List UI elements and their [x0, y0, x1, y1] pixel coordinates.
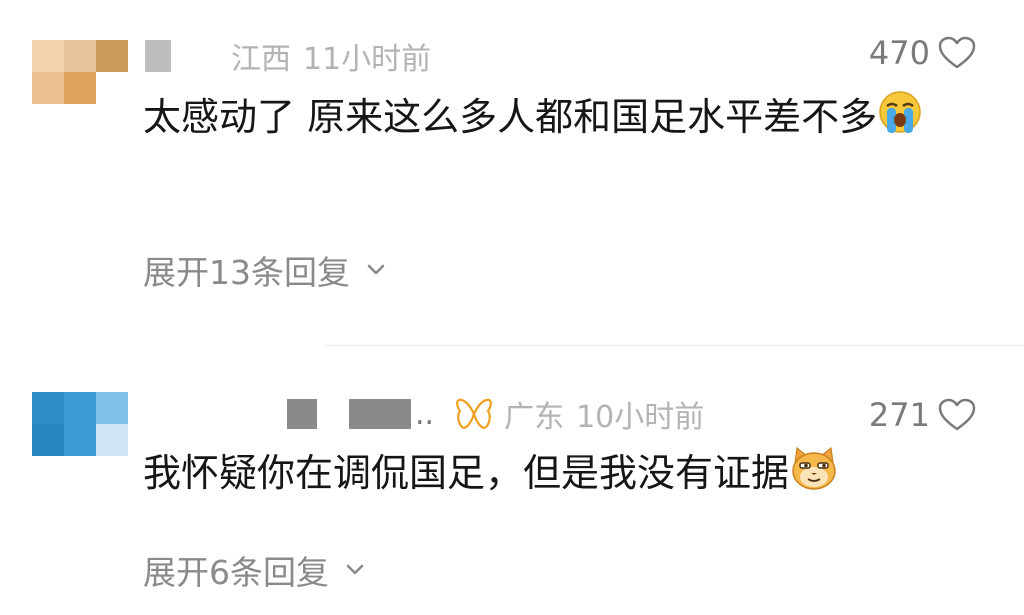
location-label: 广东: [504, 400, 565, 435]
time-label: 11小时前: [303, 42, 432, 77]
comment-text-body: 我怀疑你在调侃国足，但是我没有证据: [143, 451, 790, 495]
comment-item: .. 广东 10小时前 271 我怀疑你在调侃国足，但是我没有证据 展开6条回复: [0, 346, 1024, 615]
time-label: 10小时前: [576, 400, 705, 435]
chevron-down-icon: [367, 264, 385, 275]
avatar-pixel: [96, 392, 128, 424]
like-button[interactable]: 470: [869, 34, 976, 72]
location-label: 江西: [231, 42, 291, 77]
comment-meta: .. 广东 10小时前: [145, 392, 704, 436]
avatar[interactable]: [32, 392, 128, 456]
smirking-cat-face-icon: [789, 445, 839, 507]
username-blurred[interactable]: [349, 399, 411, 429]
chevron-down-icon: [346, 564, 364, 575]
avatar-pixel: [32, 72, 64, 104]
avatar-pixel: [96, 40, 128, 72]
avatar-pixel: [32, 424, 64, 456]
username-blurred[interactable]: [145, 40, 171, 72]
avatar-pixel: [64, 72, 96, 104]
heart-icon: [938, 36, 976, 69]
like-button[interactable]: 271: [869, 396, 976, 434]
avatar-pixel: [64, 424, 96, 456]
comment-text: 太感动了 原来这么多人都和国足水平差不多: [143, 88, 963, 151]
avatar-pixel: [32, 392, 64, 424]
butterfly-icon: [454, 397, 494, 431]
expand-replies-label: 展开13条回复: [143, 253, 350, 292]
like-count: 470: [868, 34, 930, 72]
expand-replies-button[interactable]: 展开6条回复: [143, 546, 365, 594]
comment-text: 我怀疑你在调侃国足，但是我没有证据: [143, 444, 963, 507]
username-blurred[interactable]: [287, 399, 317, 429]
avatar-pixel: [32, 40, 64, 72]
comment-text-body: 太感动了 原来这么多人都和国足水平差不多: [143, 95, 878, 139]
avatar-pixel: [96, 72, 128, 104]
avatar-pixel: [64, 40, 96, 72]
like-count: 271: [868, 396, 930, 434]
comment-item: 江西 11小时前 470 太感动了 原来这么多人都和国足水平差不多 展开13条回…: [0, 0, 1024, 345]
comment-meta: 江西 11小时前: [145, 36, 432, 77]
expand-replies-button[interactable]: 展开13条回复: [143, 246, 386, 294]
loudly-crying-face-icon: [877, 89, 923, 151]
heart-icon: [938, 398, 976, 431]
avatar-pixel: [96, 424, 128, 456]
expand-replies-label: 展开6条回复: [143, 553, 329, 592]
avatar[interactable]: [32, 40, 128, 104]
avatar-pixel: [64, 392, 96, 424]
